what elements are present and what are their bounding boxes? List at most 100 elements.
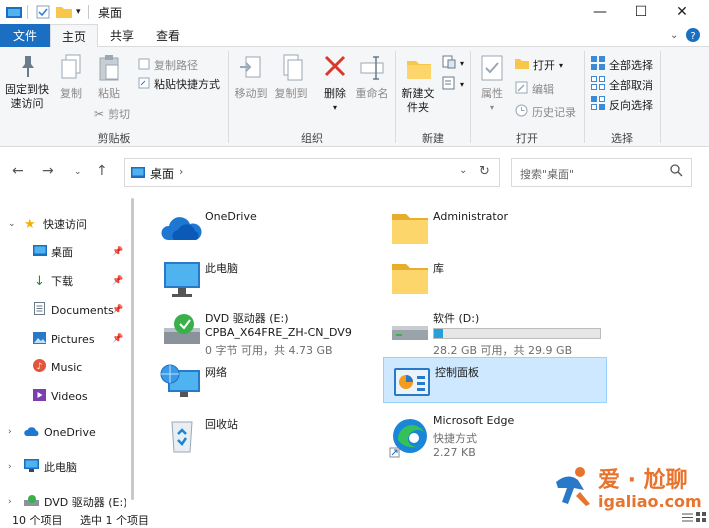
new-item-button[interactable]: ▾ bbox=[442, 55, 464, 72]
nav-item-quick-access[interactable]: ⌄ ★ 快速访问 bbox=[0, 213, 126, 235]
refresh-icon[interactable]: ↻ bbox=[479, 164, 490, 179]
nav-item-onedrive[interactable]: › OneDrive bbox=[0, 421, 126, 443]
help-icon[interactable]: ? bbox=[686, 28, 700, 45]
item-network[interactable]: 网络 bbox=[154, 358, 378, 404]
control-panel-icon bbox=[390, 364, 434, 402]
properties-dropdown-icon[interactable]: ▾ bbox=[474, 101, 510, 115]
minimize-button[interactable]: — bbox=[577, 0, 623, 24]
window-title: 桌面 bbox=[98, 6, 123, 20]
delete-dropdown-icon[interactable]: ▾ bbox=[318, 101, 352, 115]
copy-path-button[interactable]: 复制路径 bbox=[138, 57, 198, 73]
breadcrumb-chevron-icon[interactable]: › bbox=[179, 165, 183, 178]
nav-pane-scrollbar[interactable] bbox=[131, 198, 134, 500]
edit-button[interactable]: 编辑 bbox=[515, 81, 554, 97]
item-this-pc[interactable]: 此电脑 bbox=[154, 254, 378, 300]
item-name: 网络 bbox=[205, 366, 227, 379]
properties-quick-icon[interactable] bbox=[36, 5, 50, 22]
chevron-right-icon[interactable]: › bbox=[8, 462, 12, 472]
item-software-drive[interactable]: 软件 (D:) 28.2 GB 可用，共 29.9 GB bbox=[382, 304, 606, 357]
recent-locations-icon[interactable]: ⌄ bbox=[74, 167, 82, 177]
nav-item-dvd[interactable]: › DVD 驱动器 (E:) bbox=[0, 491, 126, 510]
new-item-dropdown-icon: ▾ bbox=[460, 59, 465, 68]
search-placeholder: 搜索"桌面" bbox=[520, 168, 575, 181]
item-name: 软件 (D:) bbox=[433, 312, 480, 325]
item-library[interactable]: 库 bbox=[382, 254, 606, 300]
invert-selection-button[interactable]: 反向选择 bbox=[591, 96, 653, 113]
nav-item-documents[interactable]: Documents 📌 bbox=[0, 299, 126, 321]
item-dvd-drive[interactable]: DVD 驱动器 (E:) CPBA_X64FRE_ZH-CN_DV9 0 字节 … bbox=[154, 304, 378, 357]
pin-icon bbox=[15, 53, 41, 83]
nav-label: 下载 bbox=[51, 275, 73, 288]
tab-share[interactable]: 共享 bbox=[100, 24, 144, 47]
dvd-drive-icon bbox=[24, 494, 39, 510]
pin-quick-access-button[interactable]: 固定到快速访问 bbox=[4, 53, 52, 111]
paste-shortcut-button[interactable]: 粘贴快捷方式 bbox=[138, 76, 220, 92]
watermark-url: igaliao.com bbox=[598, 492, 702, 511]
chevron-down-icon[interactable]: ⌄ bbox=[8, 219, 16, 229]
copy-button[interactable]: 复制 bbox=[54, 53, 88, 101]
new-folder-button[interactable]: 新建文件夹 bbox=[400, 53, 438, 115]
ribbon-tabs: 文件 主页 共享 查看 ⌄ ? bbox=[0, 24, 709, 48]
tab-file[interactable]: 文件 bbox=[0, 24, 50, 47]
search-box[interactable]: 搜索"桌面" bbox=[511, 158, 692, 187]
close-button[interactable]: ✕ bbox=[659, 0, 705, 24]
tiles-view-icon[interactable] bbox=[696, 512, 707, 526]
move-to-button[interactable]: 移动到 bbox=[232, 53, 270, 101]
history-button[interactable]: 历史记录 bbox=[515, 104, 576, 120]
copy-to-button[interactable]: 复制到 bbox=[272, 53, 310, 101]
properties-label: 属性 bbox=[481, 87, 503, 100]
maximize-button[interactable]: ☐ bbox=[618, 0, 664, 24]
delete-button[interactable]: 删除 ▾ bbox=[318, 53, 352, 115]
select-none-button[interactable]: 全部取消 bbox=[591, 76, 653, 93]
forward-arrow-icon[interactable]: → bbox=[42, 163, 54, 179]
address-bar[interactable]: 桌面 › ⌄ ↻ bbox=[124, 158, 500, 187]
select-none-icon bbox=[591, 76, 605, 93]
new-folder-icon bbox=[405, 53, 433, 87]
svg-text:♪: ♪ bbox=[37, 362, 43, 372]
item-control-panel[interactable]: 控制面板 bbox=[383, 357, 607, 403]
back-arrow-icon[interactable]: ← bbox=[12, 163, 24, 179]
group-organize-label: 组织 bbox=[301, 132, 323, 145]
up-arrow-icon[interactable]: ↑ bbox=[96, 163, 108, 179]
collapse-ribbon-icon[interactable]: ⌄ bbox=[670, 30, 678, 41]
nav-item-pictures[interactable]: Pictures 📌 bbox=[0, 328, 126, 350]
address-dropdown-icon[interactable]: ⌄ bbox=[459, 165, 467, 176]
history-label: 历史记录 bbox=[532, 106, 576, 119]
item-administrator[interactable]: Administrator bbox=[382, 204, 606, 250]
new-folder-quick-icon[interactable] bbox=[56, 5, 72, 22]
nav-label: Pictures bbox=[51, 332, 95, 346]
cut-button[interactable]: ✂ 剪切 bbox=[94, 106, 130, 122]
item-size: 2.27 KB bbox=[433, 446, 476, 459]
nav-item-desktop[interactable]: 桌面 📌 bbox=[0, 241, 126, 263]
paste-button[interactable]: 粘贴 bbox=[92, 53, 126, 101]
nav-item-this-pc[interactable]: › 此电脑 bbox=[0, 456, 126, 478]
tab-home[interactable]: 主页 bbox=[50, 24, 98, 48]
item-space: 0 字节 可用，共 4.73 GB bbox=[205, 344, 333, 357]
open-dropdown-icon: ▾ bbox=[559, 60, 564, 70]
computer-icon bbox=[24, 459, 39, 475]
item-recycle-bin[interactable]: 回收站 bbox=[154, 410, 378, 456]
properties-button[interactable]: 属性 ▾ bbox=[474, 53, 510, 115]
move-to-label: 移动到 bbox=[234, 87, 268, 100]
folder-app-icon[interactable] bbox=[6, 5, 22, 22]
hard-drive-icon bbox=[388, 310, 432, 348]
chevron-right-icon[interactable]: › bbox=[8, 497, 12, 507]
svg-text:?: ? bbox=[690, 31, 695, 42]
copy-path-label: 复制路径 bbox=[154, 59, 198, 72]
edit-icon bbox=[515, 81, 528, 97]
nav-item-music[interactable]: ♪ Music bbox=[0, 356, 126, 378]
easy-access-button[interactable]: ▾ bbox=[442, 76, 464, 93]
rename-button[interactable]: 重命名 bbox=[354, 53, 390, 101]
tab-view[interactable]: 查看 bbox=[146, 24, 190, 47]
details-view-icon[interactable] bbox=[682, 512, 693, 526]
item-microsoft-edge[interactable]: Microsoft Edge 快捷方式 2.27 KB bbox=[382, 408, 606, 460]
customize-toolbar-icon[interactable]: ▾ bbox=[76, 7, 81, 17]
chevron-right-icon[interactable]: › bbox=[8, 427, 12, 437]
delete-x-icon bbox=[322, 53, 348, 87]
nav-item-videos[interactable]: Videos bbox=[0, 385, 126, 407]
nav-item-downloads[interactable]: ↓ 下载 📌 bbox=[0, 270, 126, 292]
invert-selection-icon bbox=[591, 96, 605, 113]
item-onedrive[interactable]: OneDrive bbox=[154, 204, 378, 250]
select-all-button[interactable]: 全部选择 bbox=[591, 56, 653, 73]
open-button[interactable]: 打开 ▾ bbox=[515, 57, 563, 73]
